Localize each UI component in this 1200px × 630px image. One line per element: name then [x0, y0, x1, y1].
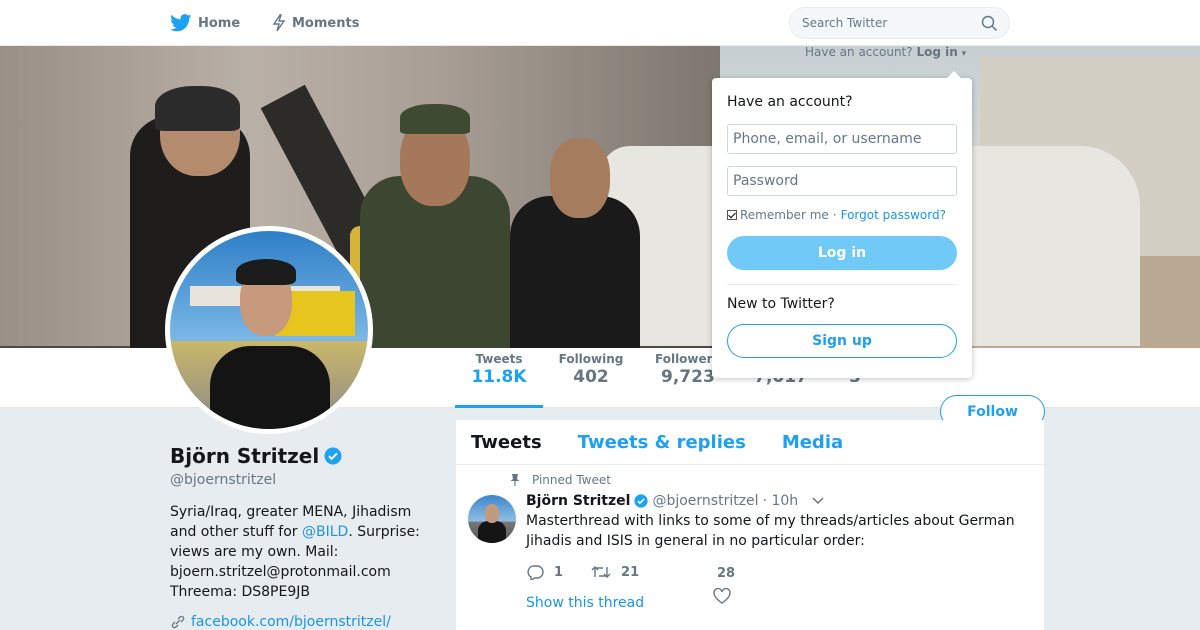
- signup-button[interactable]: Sign up: [727, 324, 957, 358]
- bio-line: views are my own. Mail:: [170, 544, 339, 560]
- pin-icon: [510, 474, 520, 486]
- timeline-tabs: Tweets Tweets & replies Media: [456, 420, 1044, 465]
- password-field[interactable]: Password: [727, 166, 957, 196]
- stat-value: 11.8K: [471, 367, 527, 387]
- verified-badge-icon: [634, 494, 649, 508]
- avatar-body: [210, 346, 330, 429]
- separator-dot: ·: [832, 208, 837, 222]
- login-hint-link[interactable]: Log in: [916, 45, 957, 59]
- profile-handle[interactable]: @bjoernstritzel: [170, 472, 276, 488]
- tweet-actions: 1 21: [526, 564, 667, 580]
- username-field[interactable]: Phone, email, or username: [727, 124, 957, 154]
- login-dropdown: Have an account? Phone, email, or userna…: [712, 78, 972, 378]
- dropdown-divider: [727, 284, 957, 285]
- bio-line: Threema: DS8PE9JB: [170, 584, 310, 600]
- show-thread-link[interactable]: Show this thread: [526, 595, 644, 611]
- login-hint-prefix: Have an account?: [805, 45, 913, 59]
- website-link[interactable]: facebook.com/bjoernstritzel/: [191, 614, 391, 630]
- tweet-text: Masterthread with links to some of my th…: [526, 513, 1015, 549]
- tab-tweets-replies[interactable]: Tweets & replies: [578, 432, 746, 453]
- top-navigation: Home Moments Search Twitter: [0, 0, 1200, 46]
- active-stat-underline: [455, 405, 543, 408]
- login-button[interactable]: Log in: [727, 236, 957, 270]
- remember-me-checkbox[interactable]: [727, 210, 737, 220]
- profile-avatar[interactable]: [165, 226, 373, 434]
- tab-media[interactable]: Media: [782, 432, 843, 453]
- forgot-password-link[interactable]: Forgot password?: [841, 208, 946, 222]
- remember-row: Remember me · Forgot password?: [727, 208, 946, 222]
- caret-down-icon: ▾: [961, 49, 967, 59]
- pinned-text: Pinned Tweet: [532, 473, 611, 487]
- tweet-avatar-head: [485, 504, 499, 523]
- twitter-bird-icon: [170, 14, 192, 32]
- nav-home-label: Home: [198, 15, 241, 31]
- retweet-icon: [591, 566, 611, 578]
- bio-text: . Surprise:: [348, 524, 420, 540]
- stat-label: Tweets: [475, 352, 523, 366]
- reply-count: 1: [554, 564, 564, 580]
- tweet-author-name[interactable]: Björn Stritzel: [526, 493, 630, 509]
- like-count: 28: [717, 566, 736, 581]
- stat-label: Following: [558, 352, 624, 366]
- header-person: [510, 196, 640, 348]
- header-person-cap: [400, 104, 470, 134]
- pinned-tweet-label: Pinned Tweet: [510, 473, 611, 487]
- retweet-count: 21: [621, 564, 640, 580]
- tab-tweets[interactable]: Tweets: [471, 432, 542, 453]
- nav-moments[interactable]: Moments: [272, 0, 359, 46]
- header-person-cap: [155, 86, 240, 131]
- dropdown-caret: [946, 71, 962, 79]
- search-placeholder: Search Twitter: [802, 16, 888, 30]
- profile-name[interactable]: Björn Stritzel: [170, 444, 342, 468]
- bio-line: Syria/Iraq, greater MENA, Jihadism: [170, 504, 412, 520]
- chevron-down-icon[interactable]: [812, 497, 824, 505]
- link-icon: [171, 615, 185, 629]
- remember-me-label[interactable]: Remember me: [740, 208, 829, 222]
- tweet-header: Björn Stritzel @bjoernstritzel · 10h: [526, 493, 824, 509]
- stat-tweets[interactable]: Tweets 11.8K: [470, 352, 528, 387]
- bio-mention-link[interactable]: @BILD: [302, 524, 348, 540]
- nav-home[interactable]: Home: [170, 0, 240, 46]
- tweet-timestamp[interactable]: · 10h: [763, 493, 799, 509]
- profile-bio: Syria/Iraq, greater MENA, Jihadism and o…: [170, 502, 438, 602]
- profile-name-text: Björn Stritzel: [170, 444, 320, 468]
- profile-website[interactable]: facebook.com/bjoernstritzel/: [170, 614, 391, 630]
- retweet-button[interactable]: 21: [591, 565, 639, 580]
- search-icon[interactable]: [981, 15, 998, 32]
- tweet-avatar-body: [478, 521, 506, 543]
- reply-button[interactable]: 1: [526, 564, 563, 580]
- header-person-head: [550, 138, 610, 218]
- verified-badge-icon: [324, 447, 342, 465]
- bio-text: and other stuff for: [170, 524, 302, 540]
- tweet-author-handle[interactable]: @bjoernstritzel: [652, 493, 758, 509]
- heart-icon[interactable]: [713, 588, 731, 604]
- stat-following[interactable]: Following 402: [556, 352, 626, 387]
- reply-icon: [527, 565, 544, 580]
- nav-moments-label: Moments: [292, 15, 360, 31]
- login-hint: Have an account? Log in ▾: [805, 45, 966, 59]
- bio-line: bjoern.stritzel@protonmail.com: [170, 564, 391, 580]
- stat-value: 402: [573, 367, 609, 387]
- new-to-twitter-label: New to Twitter?: [727, 296, 835, 312]
- avatar-hair: [236, 259, 296, 285]
- timeline: Tweets Tweets & replies Media Pinned Twe…: [456, 420, 1044, 630]
- login-dropdown-title: Have an account?: [727, 94, 853, 110]
- lightning-icon: [272, 14, 286, 32]
- tweet-avatar[interactable]: [468, 495, 516, 543]
- search-input[interactable]: Search Twitter: [789, 7, 1010, 39]
- bio-line: and other stuff for @BILD. Surprise:: [170, 522, 438, 542]
